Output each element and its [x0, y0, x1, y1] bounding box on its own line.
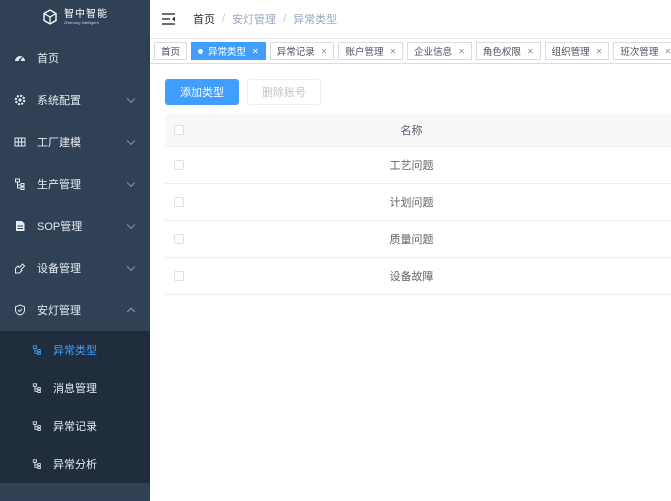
tag-label: 班次管理: [620, 47, 659, 58]
sidebar-item-label: 生产管理: [37, 179, 81, 191]
close-icon[interactable]: ✕: [252, 47, 259, 56]
sidebar-item-equipment[interactable]: 设备管理: [0, 247, 150, 289]
tag-label: 企业信息: [414, 47, 453, 58]
gear-icon: [14, 94, 26, 106]
sidebar-subitem-label: 异常记录: [53, 421, 97, 433]
row-name: 质量问题: [389, 234, 434, 246]
select-all-checkbox[interactable]: [174, 125, 184, 135]
sidebar-subitem-message[interactable]: 消息管理: [0, 369, 150, 407]
sidebar-item-andon[interactable]: 安灯管理: [0, 289, 150, 331]
shield-icon: [14, 304, 26, 316]
row-checkbox[interactable]: [174, 160, 184, 170]
tool-icon: [14, 262, 26, 274]
toolbar: 添加类型 删除账号: [165, 79, 321, 105]
sidebar-subitem-exception-record[interactable]: 异常记录: [0, 407, 150, 445]
sidebar-item-home[interactable]: 首页: [0, 37, 150, 79]
document-icon: [14, 220, 26, 232]
andon-submenu: 异常类型 消息管理 异常记录 异常分析: [0, 331, 150, 483]
header: 首页 / 安灯管理 / 异常类型: [150, 0, 671, 38]
close-icon[interactable]: ✕: [389, 47, 396, 56]
tag-exception-type[interactable]: 异常类型 ✕: [191, 42, 266, 60]
row-name: 计划问题: [389, 197, 434, 209]
tag-shift[interactable]: 班次管理 ✕: [613, 42, 671, 60]
tag-role-permission[interactable]: 角色权限 ✕: [475, 42, 541, 60]
tree-icon: [32, 383, 42, 393]
chevron-down-icon: [126, 178, 136, 188]
sidebar-subitem-label: 异常类型: [53, 345, 97, 357]
close-icon[interactable]: ✕: [596, 47, 603, 56]
sidebar-item-label: 系统配置: [37, 95, 81, 107]
close-icon[interactable]: ✕: [321, 47, 328, 56]
exception-type-table: 名称 工艺问题 计划问题 质量问题 设备故障: [165, 114, 671, 295]
close-icon[interactable]: ✕: [664, 47, 671, 56]
logo: 智中智能 Zhizhong Intelligent: [0, 0, 150, 34]
grid-icon: [14, 136, 26, 148]
chevron-down-icon: [126, 220, 136, 230]
tag-label: 首页: [161, 47, 181, 58]
close-icon[interactable]: ✕: [527, 47, 534, 56]
sidebar: 智中智能 Zhizhong Intelligent 首页 系统配置 工厂建模 生…: [0, 0, 150, 501]
sidebar-item-sop[interactable]: SOP管理: [0, 205, 150, 247]
sidebar-item-production[interactable]: 生产管理: [0, 163, 150, 205]
breadcrumb-current: 异常类型: [293, 14, 338, 26]
tag-company-info[interactable]: 企业信息 ✕: [407, 42, 472, 60]
row-name: 工艺问题: [389, 160, 434, 172]
row-checkbox[interactable]: [174, 234, 184, 244]
sidebar-subitem-label: 消息管理: [53, 383, 97, 395]
tags-view: 首页 异常类型 ✕ 异常记录 ✕ 账户管理 ✕ 企业信息 ✕ 角色权限 ✕ 组织…: [150, 38, 671, 64]
logo-subtitle: Zhizhong Intelligent: [64, 19, 99, 25]
breadcrumb-andon: 安灯管理: [232, 14, 277, 26]
breadcrumb-separator: /: [222, 13, 226, 25]
tag-label: 组织管理: [551, 47, 590, 58]
main-content: 添加类型 删除账号 名称 工艺问题 计划问题 质量问题 设备故障: [150, 64, 671, 501]
sidebar-item-factory-model[interactable]: 工厂建模: [0, 121, 150, 163]
dashboard-icon: [14, 52, 26, 64]
breadcrumb: 首页 / 安灯管理 / 异常类型: [193, 11, 337, 27]
tag-label: 异常记录: [276, 47, 315, 58]
close-icon[interactable]: ✕: [458, 47, 465, 56]
column-header-name: 名称: [400, 125, 423, 137]
logo-name: 智中智能: [64, 8, 108, 20]
row-checkbox[interactable]: [174, 271, 184, 281]
tree-icon: [32, 459, 42, 469]
sidebar-item-label: SOP管理: [37, 221, 83, 233]
sidebar-item-label: 设备管理: [37, 263, 81, 275]
tag-home[interactable]: 首页: [154, 42, 188, 60]
breadcrumb-separator: /: [283, 13, 287, 25]
sidebar-subitem-label: 异常分析: [53, 459, 97, 471]
tag-label: 异常类型: [208, 47, 247, 58]
row-name: 设备故障: [389, 271, 434, 283]
sidebar-item-label: 首页: [37, 53, 59, 65]
sidebar-item-label: 安灯管理: [37, 305, 81, 317]
table-row[interactable]: 工艺问题: [165, 147, 671, 184]
sidebar-item-label: 工厂建模: [37, 137, 81, 149]
breadcrumb-home[interactable]: 首页: [193, 11, 215, 27]
sidebar-subitem-exception-type[interactable]: 异常类型: [0, 331, 150, 369]
table-row[interactable]: 质量问题: [165, 221, 671, 258]
tag-organization[interactable]: 组织管理 ✕: [544, 42, 610, 60]
chevron-up-icon: [126, 307, 136, 317]
table-row[interactable]: 计划问题: [165, 184, 671, 221]
tree-icon: [32, 421, 42, 431]
delete-account-button[interactable]: 删除账号: [247, 79, 321, 105]
tree-icon: [32, 345, 42, 355]
tag-label: 账户管理: [345, 47, 384, 58]
chevron-down-icon: [126, 262, 136, 272]
add-type-button[interactable]: 添加类型: [165, 79, 239, 105]
tag-label: 角色权限: [482, 47, 521, 58]
row-checkbox[interactable]: [174, 197, 184, 207]
tag-exception-record[interactable]: 异常记录 ✕: [269, 42, 335, 60]
chevron-down-icon: [126, 94, 136, 104]
sidebar-item-system-config[interactable]: 系统配置: [0, 79, 150, 121]
logo-cube-icon: [43, 9, 57, 25]
table-row[interactable]: 设备故障: [165, 258, 671, 295]
active-dot-icon: [198, 48, 204, 54]
tag-account[interactable]: 账户管理 ✕: [338, 42, 404, 60]
sidebar-subitem-exception-analysis[interactable]: 异常分析: [0, 445, 150, 483]
chevron-down-icon: [126, 136, 136, 146]
table-header: 名称: [165, 114, 671, 147]
menu-fold-icon[interactable]: [162, 13, 176, 25]
tree-icon: [14, 178, 26, 190]
